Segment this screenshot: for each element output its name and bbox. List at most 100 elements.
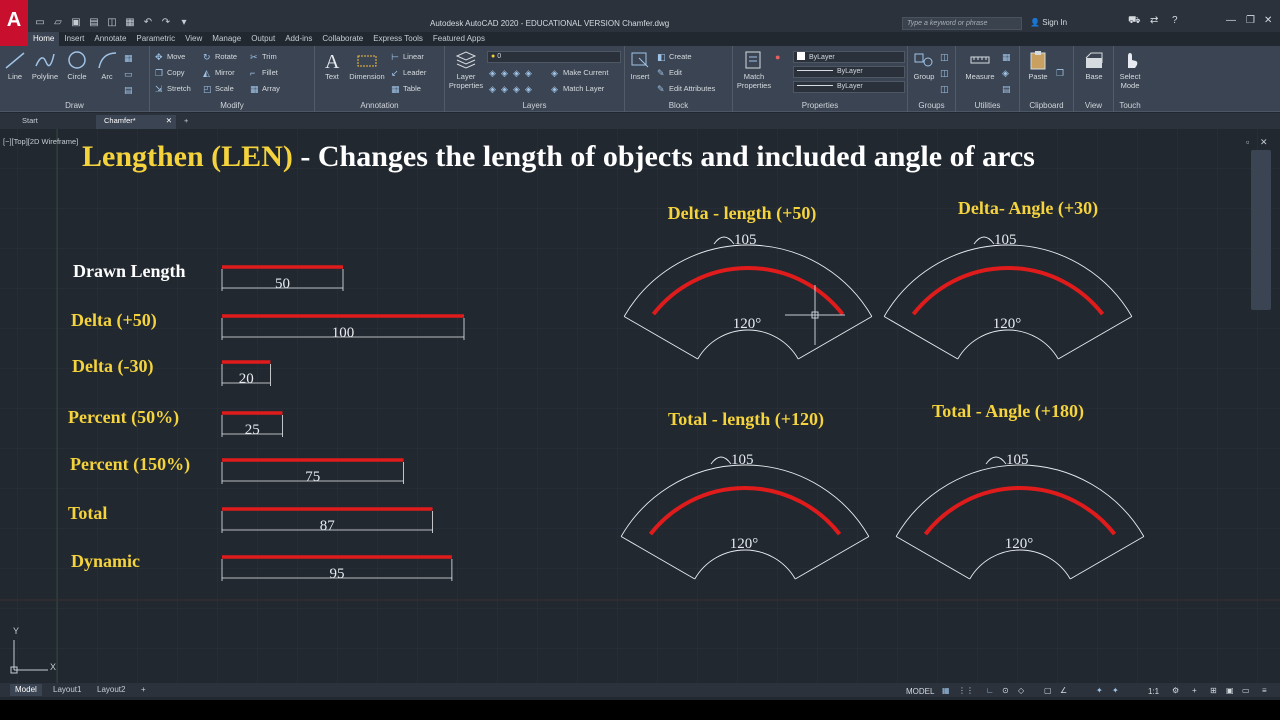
group-select-icon[interactable]: ◫ xyxy=(940,83,952,95)
close-icon[interactable]: ✕ xyxy=(1264,15,1272,26)
panel-modify-label[interactable]: Modify xyxy=(150,101,314,110)
file-tab-chamfer[interactable]: Chamfer* ✕ xyxy=(96,115,176,129)
layer-tools-row1[interactable]: ◈ ◈ ◈ ◈ xyxy=(489,67,537,79)
annotation-visibility-icon[interactable]: ✦ xyxy=(1096,686,1103,695)
plus-icon[interactable]: + xyxy=(1192,686,1197,695)
tab-layout2[interactable]: Layout2 xyxy=(92,684,130,696)
linear-button[interactable]: ⊢ Linear xyxy=(391,51,424,63)
group-edit-icon[interactable]: ◫ xyxy=(940,67,952,79)
panel-annotation-label[interactable]: Annotation xyxy=(315,101,444,110)
stretch-button[interactable]: ⇲ Stretch xyxy=(155,83,191,95)
panel-touch-label[interactable]: Touch xyxy=(1114,101,1146,110)
grid-icon[interactable]: ▦ xyxy=(942,686,950,695)
open-file-icon[interactable]: ▱ xyxy=(52,17,64,28)
create-block-button[interactable]: ◧ Create xyxy=(657,51,692,63)
panel-block-label[interactable]: Block xyxy=(625,101,732,110)
close-tab-icon[interactable]: ✕ xyxy=(166,115,172,127)
select-mode-button[interactable]: Select Mode xyxy=(1116,50,1144,90)
lineweight-dropdown[interactable]: ByLayer xyxy=(793,81,905,93)
polyline-button[interactable]: Polyline xyxy=(28,50,62,81)
clean-screen-icon[interactable]: ▭ xyxy=(1242,686,1250,695)
panel-view-label[interactable]: View xyxy=(1074,101,1113,110)
gradient-icon[interactable]: ▤ xyxy=(124,84,136,96)
tab-manage[interactable]: Manage xyxy=(207,32,246,46)
panel-draw-label[interactable]: Draw xyxy=(0,101,149,110)
circle-button[interactable]: Circle xyxy=(64,50,90,81)
group-button[interactable]: Group xyxy=(910,50,938,81)
panel-utilities-label[interactable]: Utilities xyxy=(956,101,1019,110)
drawing-canvas[interactable]: Lengthen (LEN) - Changes the length of o… xyxy=(0,129,1280,683)
paste-button[interactable]: Paste xyxy=(1026,50,1050,81)
tab-add-ins[interactable]: Add-ins xyxy=(280,32,317,46)
table-button[interactable]: ▦ Table xyxy=(391,83,421,95)
make-current-button[interactable]: ◈ Make Current xyxy=(551,67,608,79)
insert-button[interactable]: Insert xyxy=(627,50,653,81)
redo-icon[interactable]: ↷ xyxy=(160,17,172,28)
tab-output[interactable]: Output xyxy=(246,32,280,46)
panel-clipboard-label[interactable]: Clipboard xyxy=(1020,101,1073,110)
drawing-svg[interactable]: Lengthen (LEN) - Changes the length of o… xyxy=(0,129,1280,683)
panel-groups-label[interactable]: Groups xyxy=(908,101,955,110)
tab-insert[interactable]: Insert xyxy=(59,32,89,46)
tab-view[interactable]: View xyxy=(180,32,207,46)
add-layout-icon[interactable]: + xyxy=(136,684,151,696)
minimize-icon[interactable]: — xyxy=(1226,15,1236,26)
snap-icon[interactable]: ⋮⋮ xyxy=(958,686,974,695)
linetype-dropdown[interactable]: ByLayer xyxy=(793,66,905,78)
undo-icon[interactable]: ↶ xyxy=(142,17,154,28)
array-button[interactable]: ▦ Array xyxy=(250,83,280,95)
osnap-icon[interactable]: ▢ xyxy=(1044,686,1052,695)
move-button[interactable]: ✥ Move xyxy=(155,51,185,63)
polar-icon[interactable]: ⊙ xyxy=(1002,686,1009,695)
panel-properties-label[interactable]: Properties xyxy=(733,101,907,110)
layer-dropdown[interactable]: ● 0 xyxy=(487,51,621,63)
workspace-gear-icon[interactable]: ⚙ xyxy=(1172,686,1179,695)
dimension-button[interactable]: Dimension xyxy=(347,50,387,81)
measure-button[interactable]: Measure xyxy=(960,50,1000,81)
web-icon[interactable]: ◫ xyxy=(106,17,118,28)
match-layer-button[interactable]: ◈ Match Layer xyxy=(551,83,604,95)
edit-attributes-button[interactable]: ✎ Edit Attributes xyxy=(657,83,715,95)
text-button[interactable]: A Text xyxy=(321,50,343,81)
tab-annotate[interactable]: Annotate xyxy=(89,32,131,46)
save-as-icon[interactable]: ▤ xyxy=(88,17,100,28)
hatch-icon[interactable]: ▦ xyxy=(124,52,136,64)
help-search-input[interactable]: Type a keyword or phrase xyxy=(902,17,1022,30)
tab-model[interactable]: Model xyxy=(10,684,42,696)
isolate-icon[interactable]: ⊞ xyxy=(1210,686,1217,695)
app-logo[interactable]: A xyxy=(0,0,28,46)
color-wheel-icon[interactable]: ● xyxy=(775,51,787,63)
new-tab-icon[interactable]: + xyxy=(180,115,196,129)
restore-icon[interactable]: ❐ xyxy=(1246,15,1255,26)
customize-menu-icon[interactable]: ≡ xyxy=(1262,686,1267,695)
tab-featured-apps[interactable]: Featured Apps xyxy=(428,32,490,46)
line-button[interactable]: Line xyxy=(4,50,26,81)
hardware-accel-icon[interactable]: ▣ xyxy=(1226,686,1234,695)
arc-button[interactable]: Arc xyxy=(96,50,118,81)
new-file-icon[interactable]: ▭ xyxy=(34,17,46,28)
model-space-button[interactable]: MODEL xyxy=(906,687,934,696)
id-point-icon[interactable]: ▤ xyxy=(1002,83,1014,95)
navigation-bar[interactable] xyxy=(1251,150,1271,310)
drawing-close-icon[interactable]: ✕ xyxy=(1260,137,1268,148)
ungroup-icon[interactable]: ◫ xyxy=(940,51,952,63)
save-icon[interactable]: ▣ xyxy=(70,17,82,28)
base-button[interactable]: Base xyxy=(1082,50,1106,81)
sign-in-link[interactable]: 👤 Sign In xyxy=(1030,18,1067,27)
layer-properties-button[interactable]: Layer Properties xyxy=(447,50,485,90)
otrack-icon[interactable]: ∠ xyxy=(1060,686,1067,695)
ortho-icon[interactable]: ∟ xyxy=(986,686,994,695)
tab-layout1[interactable]: Layout1 xyxy=(48,684,86,696)
annotation-scale[interactable]: 1:1 xyxy=(1148,687,1159,696)
fillet-button[interactable]: ⌐ Fillet xyxy=(250,67,278,79)
scale-button[interactable]: ◰ Scale xyxy=(203,83,234,95)
tab-collaborate[interactable]: Collaborate xyxy=(317,32,368,46)
color-dropdown[interactable]: ByLayer xyxy=(793,51,905,63)
calculator-icon[interactable]: ▦ xyxy=(1002,51,1014,63)
file-tab-start[interactable]: Start xyxy=(14,115,94,129)
edit-block-button[interactable]: ✎ Edit xyxy=(657,67,682,79)
print-icon[interactable]: ▦ xyxy=(124,17,136,28)
panel-layers-label[interactable]: Layers xyxy=(445,101,624,110)
quick-select-icon[interactable]: ◈ xyxy=(1002,67,1014,79)
tab-home[interactable]: Home xyxy=(28,32,60,46)
